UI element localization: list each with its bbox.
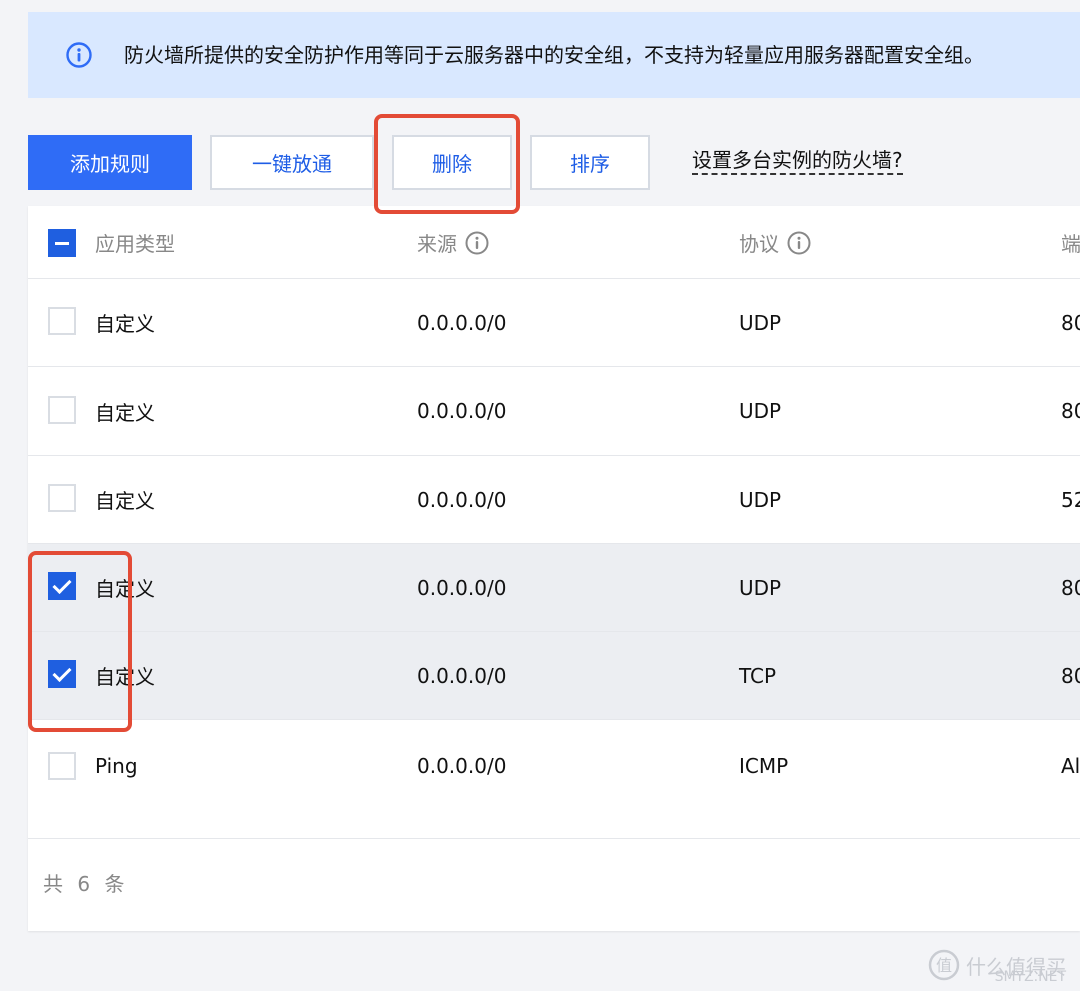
quick-open-button[interactable]: 一键放通 xyxy=(210,135,374,190)
cell-app-type: 自定义 xyxy=(95,665,155,689)
row-checkbox[interactable] xyxy=(48,572,76,600)
cell-protocol: ICMP xyxy=(739,753,789,778)
cell-app-type: 自定义 xyxy=(95,312,155,336)
table-header: 应用类型 来源 协议 端 xyxy=(28,206,1080,279)
protocol-info-icon[interactable] xyxy=(787,231,811,255)
cell-protocol: UDP xyxy=(739,399,782,423)
add-rule-button[interactable]: 添加规则 xyxy=(28,135,192,190)
row-checkbox[interactable] xyxy=(48,396,76,424)
delete-button[interactable]: 删除 xyxy=(392,135,512,190)
firewall-rules-table: 应用类型 来源 协议 端 自定义 0.0.0.0/0 UDP 8 自定义 0.0… xyxy=(28,206,1080,931)
cell-port: 80 xyxy=(1061,310,1080,335)
multi-instance-firewall-link[interactable]: 设置多台实例的防火墙? xyxy=(692,149,903,175)
table-row[interactable]: 自定义 0.0.0.0/0 UDP 52 xyxy=(28,456,1080,544)
cell-port: 80 xyxy=(1061,575,1080,600)
cell-app-type: 自定义 xyxy=(95,400,155,425)
row-checkbox[interactable] xyxy=(48,752,76,780)
sort-button[interactable]: 排序 xyxy=(530,135,650,190)
row-checkbox[interactable] xyxy=(48,484,76,512)
cell-port: 52 xyxy=(1061,487,1080,512)
header-source: 来源 xyxy=(417,206,489,279)
cell-source: 0.0.0.0/0 xyxy=(417,399,507,423)
toolbar: 添加规则 一键放通 删除 排序 设置多台实例的防火墙? xyxy=(28,135,1080,190)
header-port: 端 xyxy=(1061,232,1080,256)
select-all-checkbox[interactable] xyxy=(48,229,76,257)
watermark-logo-icon: 值 xyxy=(928,949,960,981)
header-protocol: 协议 xyxy=(739,206,811,279)
watermark: 值 什么值得买 SMYZ.NET xyxy=(928,949,1066,985)
header-app-type: 应用类型 xyxy=(95,232,175,256)
firewall-info-alert: 防火墙所提供的安全防护作用等同于云服务器中的安全组，不支持为轻量应用服务器配置安… xyxy=(28,12,1080,98)
cell-source: 0.0.0.0/0 xyxy=(417,310,507,335)
cell-source: 0.0.0.0/0 xyxy=(417,663,507,688)
cell-protocol: UDP xyxy=(739,487,782,512)
cell-protocol: UDP xyxy=(739,575,782,600)
source-info-icon[interactable] xyxy=(465,231,489,255)
cell-port: Al xyxy=(1061,753,1080,778)
cell-app-type: 自定义 xyxy=(95,489,155,513)
svg-text:值: 值 xyxy=(936,956,952,975)
alert-text: 防火墙所提供的安全防护作用等同于云服务器中的安全组，不支持为轻量应用服务器配置安… xyxy=(124,43,984,67)
cell-protocol: UDP xyxy=(739,310,782,335)
cell-source: 0.0.0.0/0 xyxy=(417,753,507,778)
cell-app-type: 自定义 xyxy=(95,577,155,601)
row-checkbox[interactable] xyxy=(48,307,76,335)
table-row[interactable]: 自定义 0.0.0.0/0 TCP 80 xyxy=(28,632,1080,720)
cell-port: 80 xyxy=(1061,663,1080,688)
info-icon xyxy=(66,42,92,68)
row-checkbox[interactable] xyxy=(48,660,76,688)
watermark-site: SMYZ.NET xyxy=(994,969,1066,985)
cell-protocol: TCP xyxy=(739,663,777,688)
table-row[interactable]: Ping 0.0.0.0/0 ICMP Al xyxy=(28,720,1080,839)
cell-source: 0.0.0.0/0 xyxy=(417,487,507,512)
table-row[interactable]: 自定义 0.0.0.0/0 UDP 80 xyxy=(28,279,1080,367)
total-count: 共 6 条 xyxy=(43,872,129,896)
table-row[interactable]: 自定义 0.0.0.0/0 UDP 80 xyxy=(28,544,1080,632)
table-row[interactable]: 自定义 0.0.0.0/0 UDP 80 xyxy=(28,367,1080,456)
cell-app-type: Ping xyxy=(95,753,138,778)
cell-port: 80 xyxy=(1061,399,1080,423)
cell-source: 0.0.0.0/0 xyxy=(417,575,507,600)
